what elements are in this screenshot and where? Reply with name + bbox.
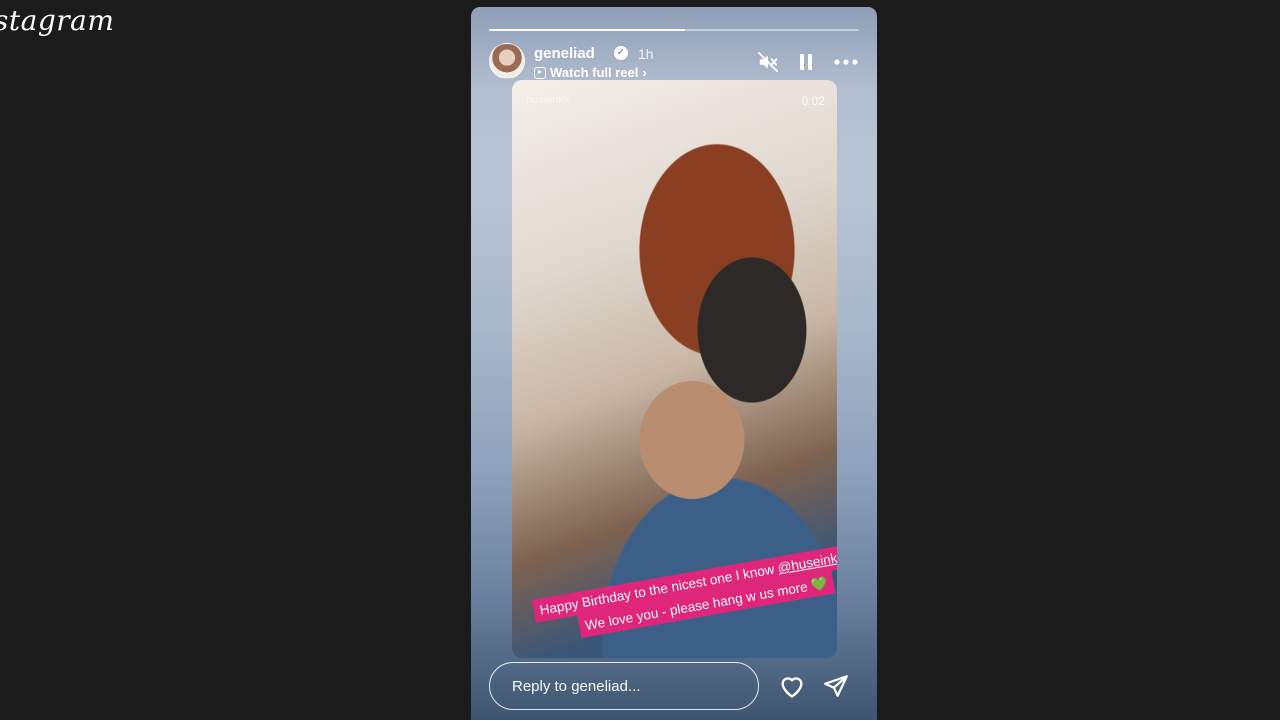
verified-icon: ✓ [614, 46, 628, 60]
avatar[interactable] [489, 43, 525, 79]
mute-icon[interactable] [757, 51, 779, 73]
watch-full-reel-label: Watch full reel [550, 65, 639, 80]
watch-full-reel-link[interactable]: Watch full reel › [534, 65, 647, 80]
story-caption: Happy Birthday to the nicest one I know … [532, 544, 837, 645]
instagram-logo[interactable]: stagram [0, 4, 114, 37]
reel-icon [534, 66, 546, 79]
reply-input[interactable] [489, 662, 759, 710]
chevron-right-icon: › [642, 65, 647, 80]
story-progress-bar [489, 29, 859, 31]
video-watermark: huseinkk [526, 94, 570, 106]
story-username[interactable]: geneliad [534, 45, 595, 62]
green-heart-emoji: 💚 [809, 575, 830, 594]
pause-icon[interactable] [797, 52, 815, 72]
more-icon[interactable] [833, 58, 859, 66]
send-icon[interactable] [822, 673, 850, 704]
story-header: geneliad ✓ 1h Watch full reel › [489, 43, 859, 83]
story-time-ago: 1h [638, 46, 654, 62]
video-time: 0:02 [801, 94, 825, 108]
story-progress-fill [489, 29, 686, 31]
story-controls [757, 51, 859, 73]
story-viewer: geneliad ✓ 1h Watch full reel › huseinkk… [471, 7, 877, 720]
story-media[interactable]: huseinkk 0:02 Happy Birthday to the nice… [512, 80, 837, 658]
heart-icon[interactable] [778, 673, 806, 704]
